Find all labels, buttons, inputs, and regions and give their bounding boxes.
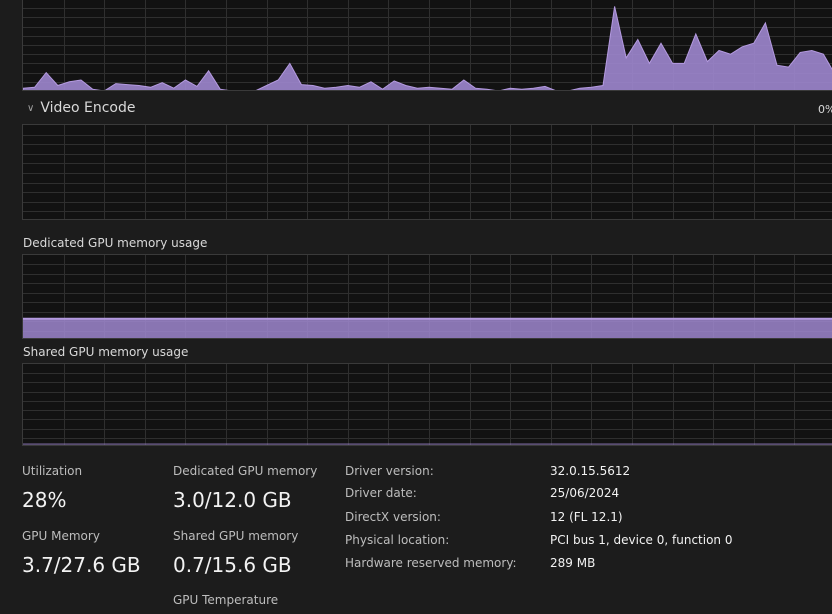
video-encode-title: Video Encode	[40, 100, 136, 116]
shared-memory-graph	[22, 363, 832, 446]
video-encode-label[interactable]: ∨ Video Encode	[27, 100, 135, 116]
shared-memory-graph-label: Shared GPU memory usage	[23, 345, 189, 359]
physical-location-value: PCI bus 1, device 0, function 0	[550, 533, 733, 547]
gpu-temperature-label: GPU Temperature	[173, 593, 279, 607]
driver-date-value: 25/06/2024	[550, 486, 620, 500]
driver-version-value: 32.0.15.5612	[550, 464, 631, 478]
shared-memory-graph-svg	[23, 364, 832, 445]
shared-memory-value: 0.7/15.6 GB	[173, 553, 292, 577]
dedicated-memory-graph-svg	[23, 255, 832, 338]
engine-3d-usage-area	[23, 6, 832, 90]
dedicated-memory-usage-area	[23, 318, 832, 338]
utilization-label: Utilization	[22, 464, 83, 478]
video-encode-percent: 0%	[818, 103, 832, 116]
shared-memory-usage-area	[23, 443, 832, 445]
directx-version-key: DirectX version:	[345, 510, 441, 524]
hardware-reserved-key: Hardware reserved memory:	[345, 556, 517, 570]
hardware-reserved-value: 289 MB	[550, 556, 596, 570]
chevron-down-icon: ∨	[27, 103, 35, 114]
driver-date-key: Driver date:	[345, 486, 417, 500]
video-encode-graph	[22, 124, 832, 220]
dedicated-memory-graph-label: Dedicated GPU memory usage	[23, 236, 208, 250]
utilization-value: 28%	[22, 488, 67, 512]
gpu-memory-label: GPU Memory	[22, 529, 100, 543]
video-encode-graph-svg	[23, 125, 832, 219]
directx-version-value: 12 (FL 12.1)	[550, 510, 623, 524]
driver-version-key: Driver version:	[345, 464, 434, 478]
dedicated-memory-graph	[22, 254, 832, 339]
shared-memory-label: Shared GPU memory	[173, 529, 299, 543]
gpu-memory-value: 3.7/27.6 GB	[22, 553, 141, 577]
dedicated-memory-label: Dedicated GPU memory	[173, 464, 318, 478]
dedicated-memory-value: 3.0/12.0 GB	[173, 488, 292, 512]
physical-location-key: Physical location:	[345, 533, 450, 547]
engine-3d-graph-svg	[23, 0, 832, 90]
engine-3d-graph	[22, 0, 832, 91]
